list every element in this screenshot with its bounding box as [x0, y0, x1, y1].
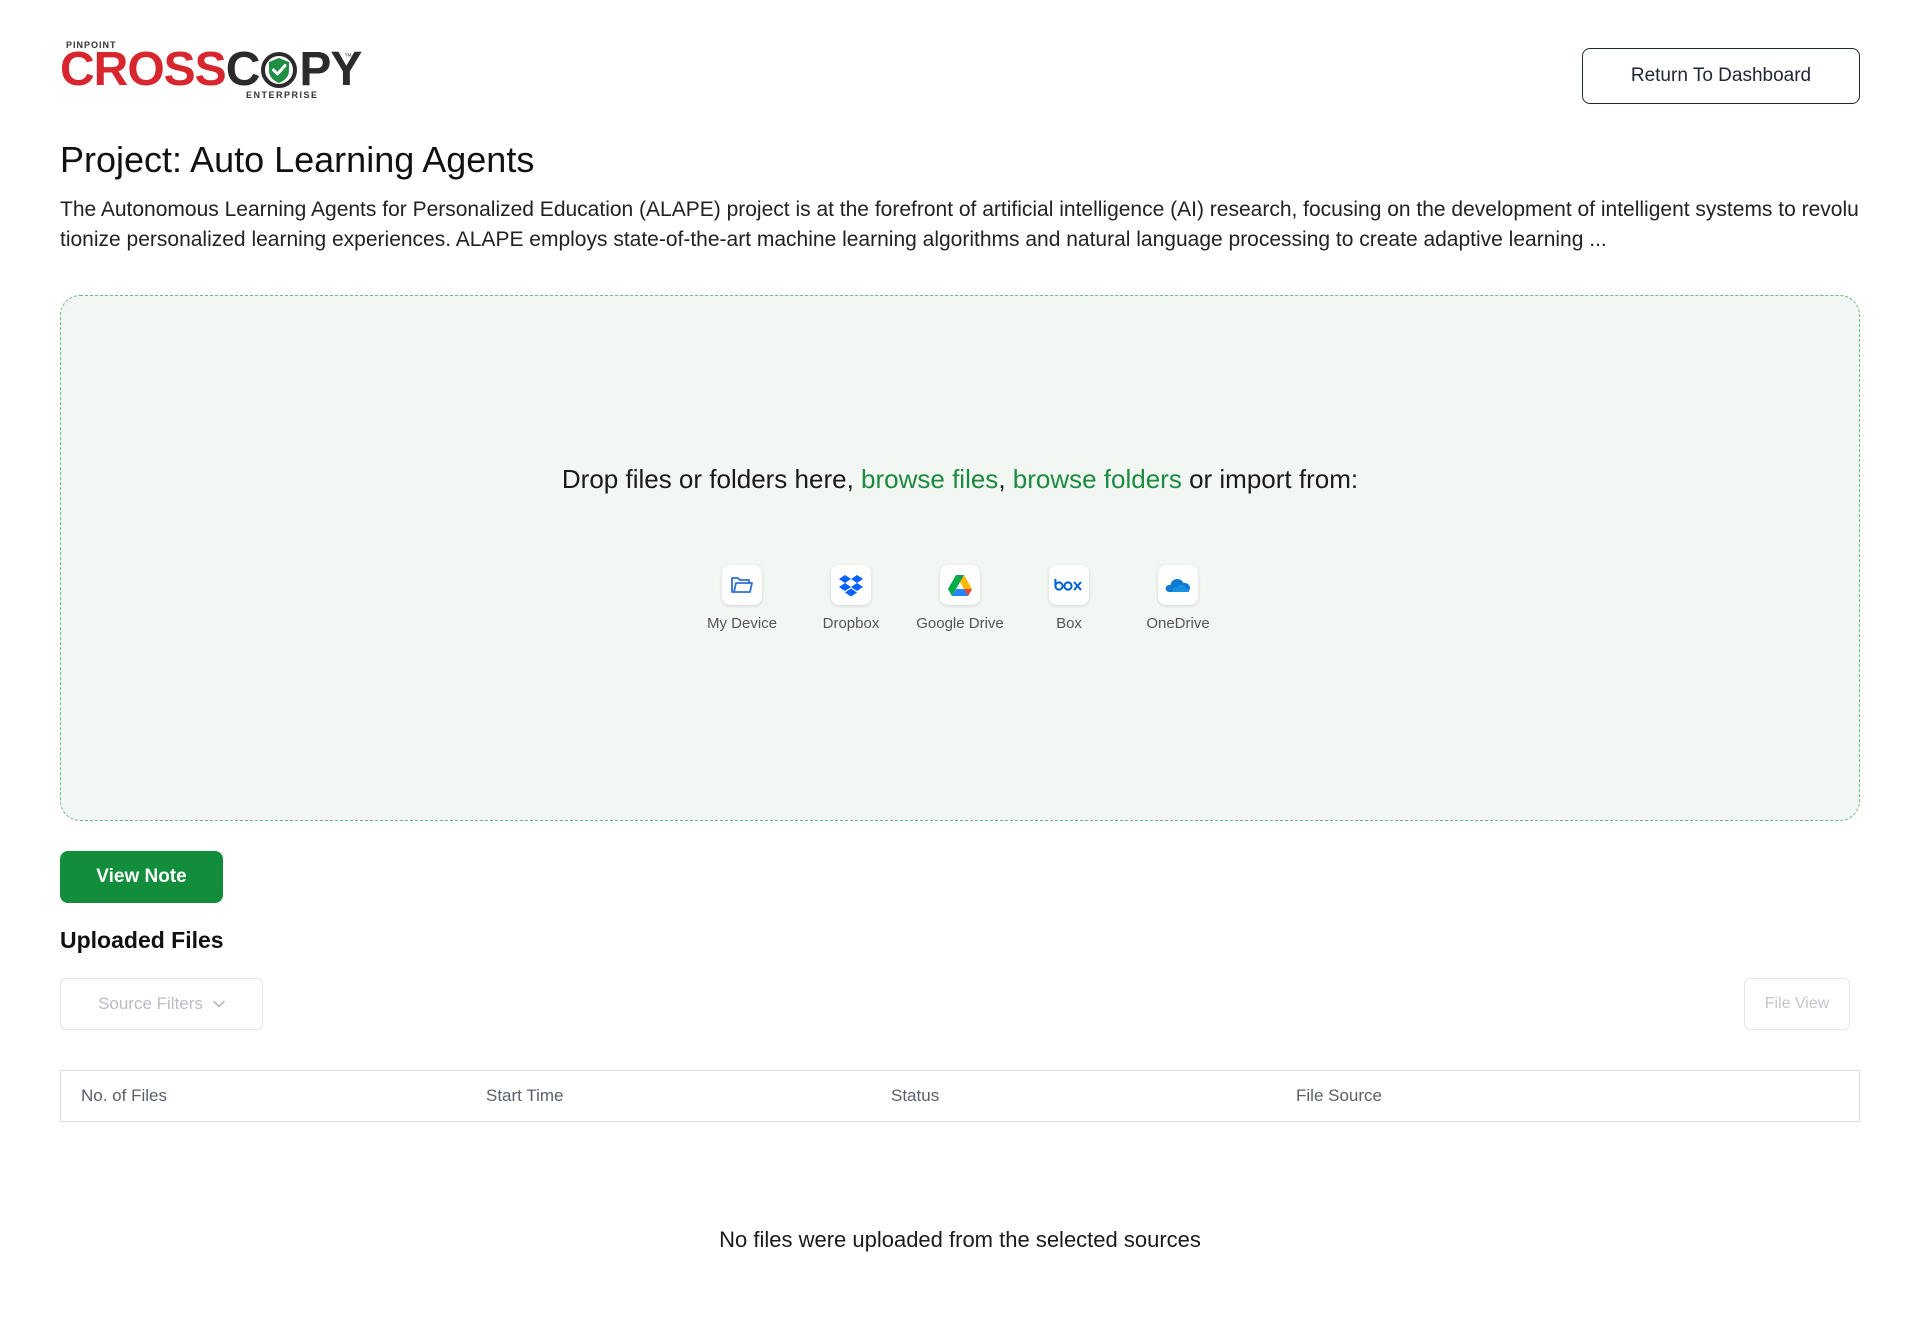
browse-folders-link[interactable]: browse folders: [1013, 464, 1182, 494]
onedrive-icon: [1158, 565, 1198, 606]
source-label: Box: [1056, 615, 1082, 633]
uploaded-files-heading: Uploaded Files: [60, 927, 224, 954]
drop-instructions: Drop files or folders here, browse files…: [562, 464, 1358, 495]
uploads-table: No. of Files Start Time Status File Sour…: [60, 1070, 1860, 1123]
view-note-button[interactable]: View Note: [60, 851, 223, 904]
column-header-status: Status: [891, 1086, 940, 1106]
source-onedrive[interactable]: OneDrive: [1124, 565, 1233, 632]
filters-row: Source Filters File View: [60, 978, 1860, 1031]
return-to-dashboard-button[interactable]: Return To Dashboard: [1582, 48, 1860, 104]
crosscopy-logo: PINPOINT CROSSC PY ™ ENTERPRISE: [60, 40, 362, 104]
dropbox-icon: [831, 565, 871, 606]
page-title: Project: Auto Learning Agents: [60, 139, 535, 180]
logo-c-text: C: [225, 43, 261, 96]
source-filters-label: Source Filters: [98, 994, 203, 1014]
logo-wordmark: CROSSC PY: [60, 43, 362, 96]
page: PINPOINT CROSSC PY ™ ENTERPRISE Return T…: [0, 0, 1920, 1343]
file-view-button[interactable]: File View: [1744, 978, 1850, 1031]
drop-text-comma: ,: [998, 464, 1013, 495]
logo-cross-text: CROSS: [60, 43, 227, 96]
column-header-no-of-files: No. of Files: [81, 1086, 167, 1106]
logo-enterprise-text: ENTERPRISE: [246, 90, 319, 100]
header: PINPOINT CROSSC PY ™ ENTERPRISE Return T…: [60, 0, 1860, 130]
box-icon: [1049, 565, 1089, 606]
table-header: No. of Files Start Time Status File Sour…: [61, 1071, 1859, 1121]
chevron-down-icon: [213, 1000, 225, 1008]
source-label: Dropbox: [822, 615, 880, 633]
logo-py-text: PY: [299, 43, 362, 96]
drop-text-end: or import from:: [1181, 464, 1359, 495]
logo-trademark: ™: [344, 52, 352, 61]
shield-check-icon: [261, 52, 298, 88]
drop-text-start: Drop files or folders here,: [561, 464, 862, 495]
project-description: The Autonomous Learning Agents for Perso…: [60, 198, 1859, 252]
source-my-device[interactable]: My Device: [688, 565, 797, 632]
empty-state-message: No files were uploaded from the selected…: [719, 1227, 1201, 1253]
browse-files-link[interactable]: browse files: [861, 464, 998, 494]
source-filters-dropdown[interactable]: Source Filters: [60, 978, 263, 1031]
source-dropbox[interactable]: Dropbox: [797, 565, 906, 632]
folder-icon: [722, 565, 762, 606]
file-drop-zone[interactable]: Drop files or folders here, browse files…: [60, 295, 1860, 822]
source-box[interactable]: Box: [1015, 565, 1124, 632]
source-label: Google Drive: [916, 615, 1004, 633]
import-sources: My Device Dropbox Google Drive Box OneDr…: [688, 565, 1233, 632]
column-header-file-source: File Source: [1296, 1086, 1382, 1106]
column-header-start-time: Start Time: [486, 1086, 564, 1106]
source-label: My Device: [706, 615, 777, 633]
source-label: OneDrive: [1146, 615, 1210, 633]
google-drive-icon: [940, 565, 980, 606]
source-google-drive[interactable]: Google Drive: [906, 565, 1015, 632]
